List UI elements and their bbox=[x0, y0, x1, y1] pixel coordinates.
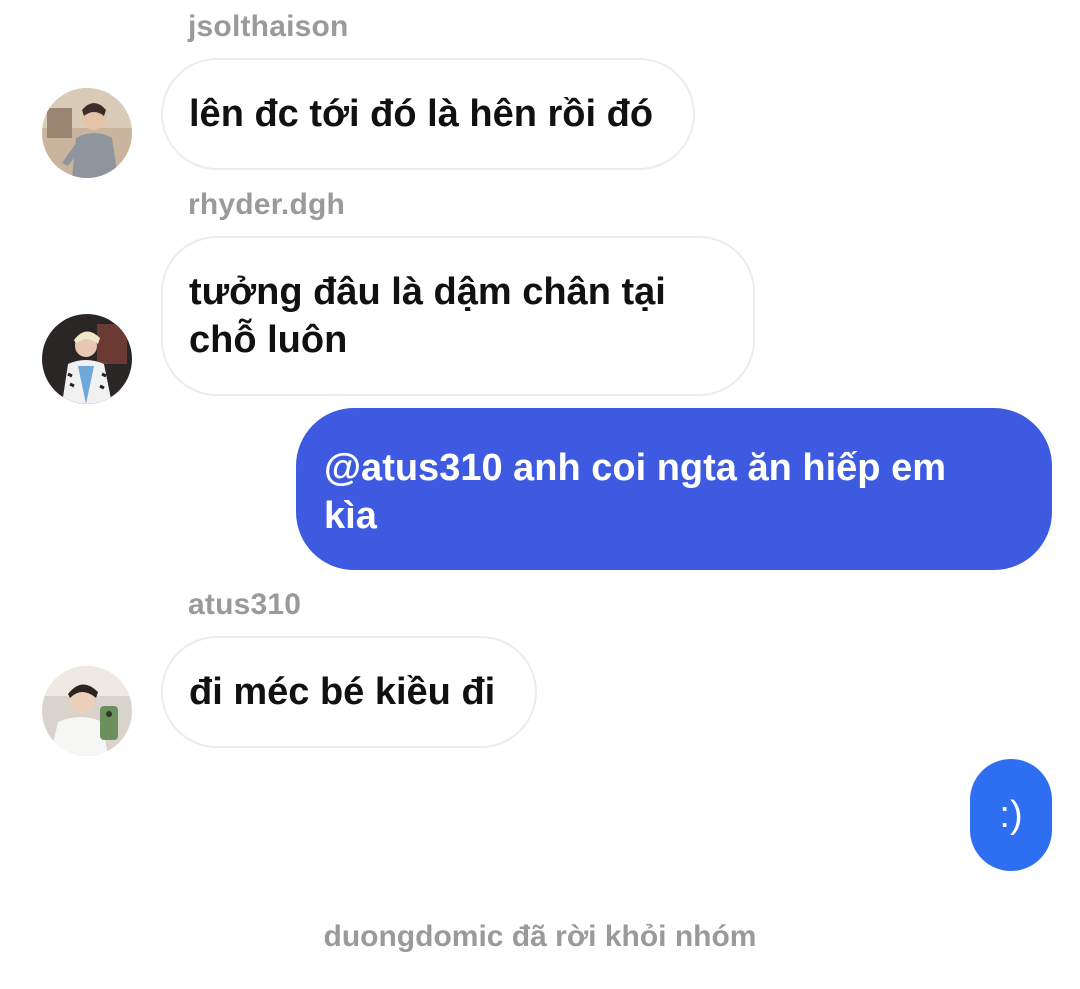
message-bubble[interactable]: lên đc tới đó là hên rồi đó bbox=[161, 58, 695, 170]
message-text: :) bbox=[999, 794, 1023, 836]
outgoing-message-bubble[interactable]: :) bbox=[970, 759, 1052, 871]
user-avatar-icon bbox=[42, 666, 132, 756]
avatar[interactable] bbox=[42, 666, 132, 756]
avatar[interactable] bbox=[42, 314, 132, 404]
outgoing-message-bubble[interactable]: @atus310 anh coi ngta ăn hiếp em kìa bbox=[296, 408, 1052, 570]
message-text: lên đc tới đó là hên rồi đó bbox=[189, 93, 654, 135]
user-avatar-icon bbox=[42, 314, 132, 404]
message-text-line: @atus310 anh coi ngta ăn hiếp em bbox=[324, 447, 946, 489]
avatar[interactable] bbox=[42, 88, 132, 178]
user-avatar-icon bbox=[42, 88, 132, 178]
message-bubble[interactable]: tưởng đâu là dậm chân tại chỗ luôn bbox=[161, 236, 755, 396]
chat-thread: jsolthaison lên đc tới đó là hên rồi đó … bbox=[0, 0, 1080, 989]
sender-name: jsolthaison bbox=[188, 10, 349, 43]
sender-name: rhyder.dgh bbox=[188, 188, 346, 221]
message-bubble[interactable]: đi méc bé kiều đi bbox=[161, 636, 537, 748]
message-text: đi méc bé kiều đi bbox=[189, 671, 496, 713]
message-text-line: chỗ luôn bbox=[189, 319, 348, 361]
message-text-line: tưởng đâu là dậm chân tại bbox=[189, 271, 666, 313]
sender-name: atus310 bbox=[188, 588, 302, 621]
message-text-line: kìa bbox=[324, 495, 377, 537]
system-message: duongdomic đã rời khỏi nhóm bbox=[323, 920, 757, 953]
